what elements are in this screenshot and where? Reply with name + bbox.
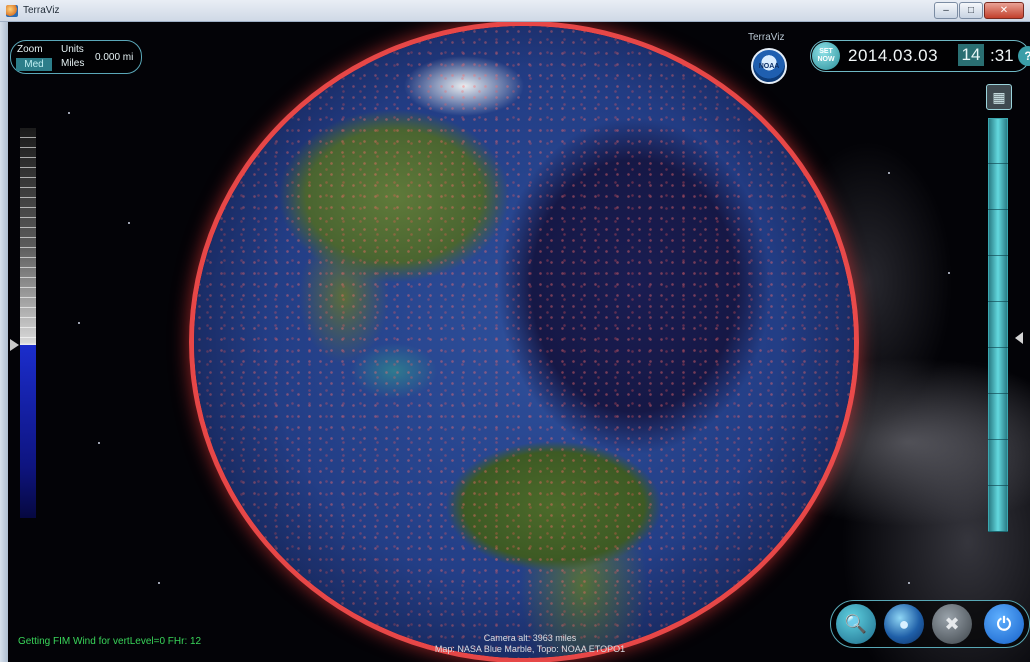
maximize-button[interactable]: □ — [959, 2, 983, 19]
brand-label: TerraViz — [748, 32, 785, 43]
app-icon — [6, 4, 18, 17]
star — [908, 582, 910, 584]
units-toggle[interactable]: Miles — [61, 58, 84, 69]
earth-globe[interactable] — [194, 26, 854, 658]
window-frame-left — [0, 22, 8, 662]
altitude-slider-ticks — [20, 128, 36, 343]
star — [948, 272, 950, 274]
distance-readout: 0.000 mi — [95, 52, 134, 63]
time-slider-handle[interactable] — [1015, 332, 1023, 344]
power-icon[interactable]: ⏻ — [984, 604, 1024, 644]
search-icon[interactable]: 🔍 — [836, 604, 876, 644]
star — [78, 322, 80, 324]
zoom-units-panel: Zoom Med Units Miles 0.000 mi — [10, 40, 142, 74]
star — [888, 172, 890, 174]
units-label: Units — [61, 44, 84, 55]
zoom-label: Zoom — [17, 44, 43, 55]
layer-icon[interactable]: ▦ — [986, 84, 1012, 110]
star — [158, 582, 160, 584]
window-titlebar: TerraViz – □ ✕ — [0, 0, 1030, 22]
set-now-button[interactable]: SET NOW — [812, 42, 840, 70]
altitude-slider-fill — [20, 345, 36, 518]
star — [68, 112, 70, 114]
noaa-logo-icon: NOAA — [751, 48, 787, 84]
zoom-level-button[interactable]: Med — [16, 58, 52, 71]
globe-shading — [194, 26, 854, 658]
tools-icon[interactable]: ✖ — [932, 604, 972, 644]
date-display[interactable]: 2014.03.03 — [848, 46, 938, 66]
close-button[interactable]: ✕ — [984, 2, 1024, 19]
minute-display[interactable]: :31 — [990, 46, 1014, 66]
altitude-slider-handle[interactable] — [10, 339, 19, 351]
hour-display[interactable]: 14 — [958, 44, 984, 66]
star — [98, 442, 100, 444]
star — [128, 222, 130, 224]
window-controls: – □ ✕ — [934, 2, 1024, 19]
time-slider-ticks — [988, 118, 1008, 532]
window-title: TerraViz — [23, 5, 60, 16]
globe-icon[interactable]: ● — [884, 604, 924, 644]
globe-viewport[interactable] — [8, 22, 1030, 662]
minimize-button[interactable]: – — [934, 2, 958, 19]
